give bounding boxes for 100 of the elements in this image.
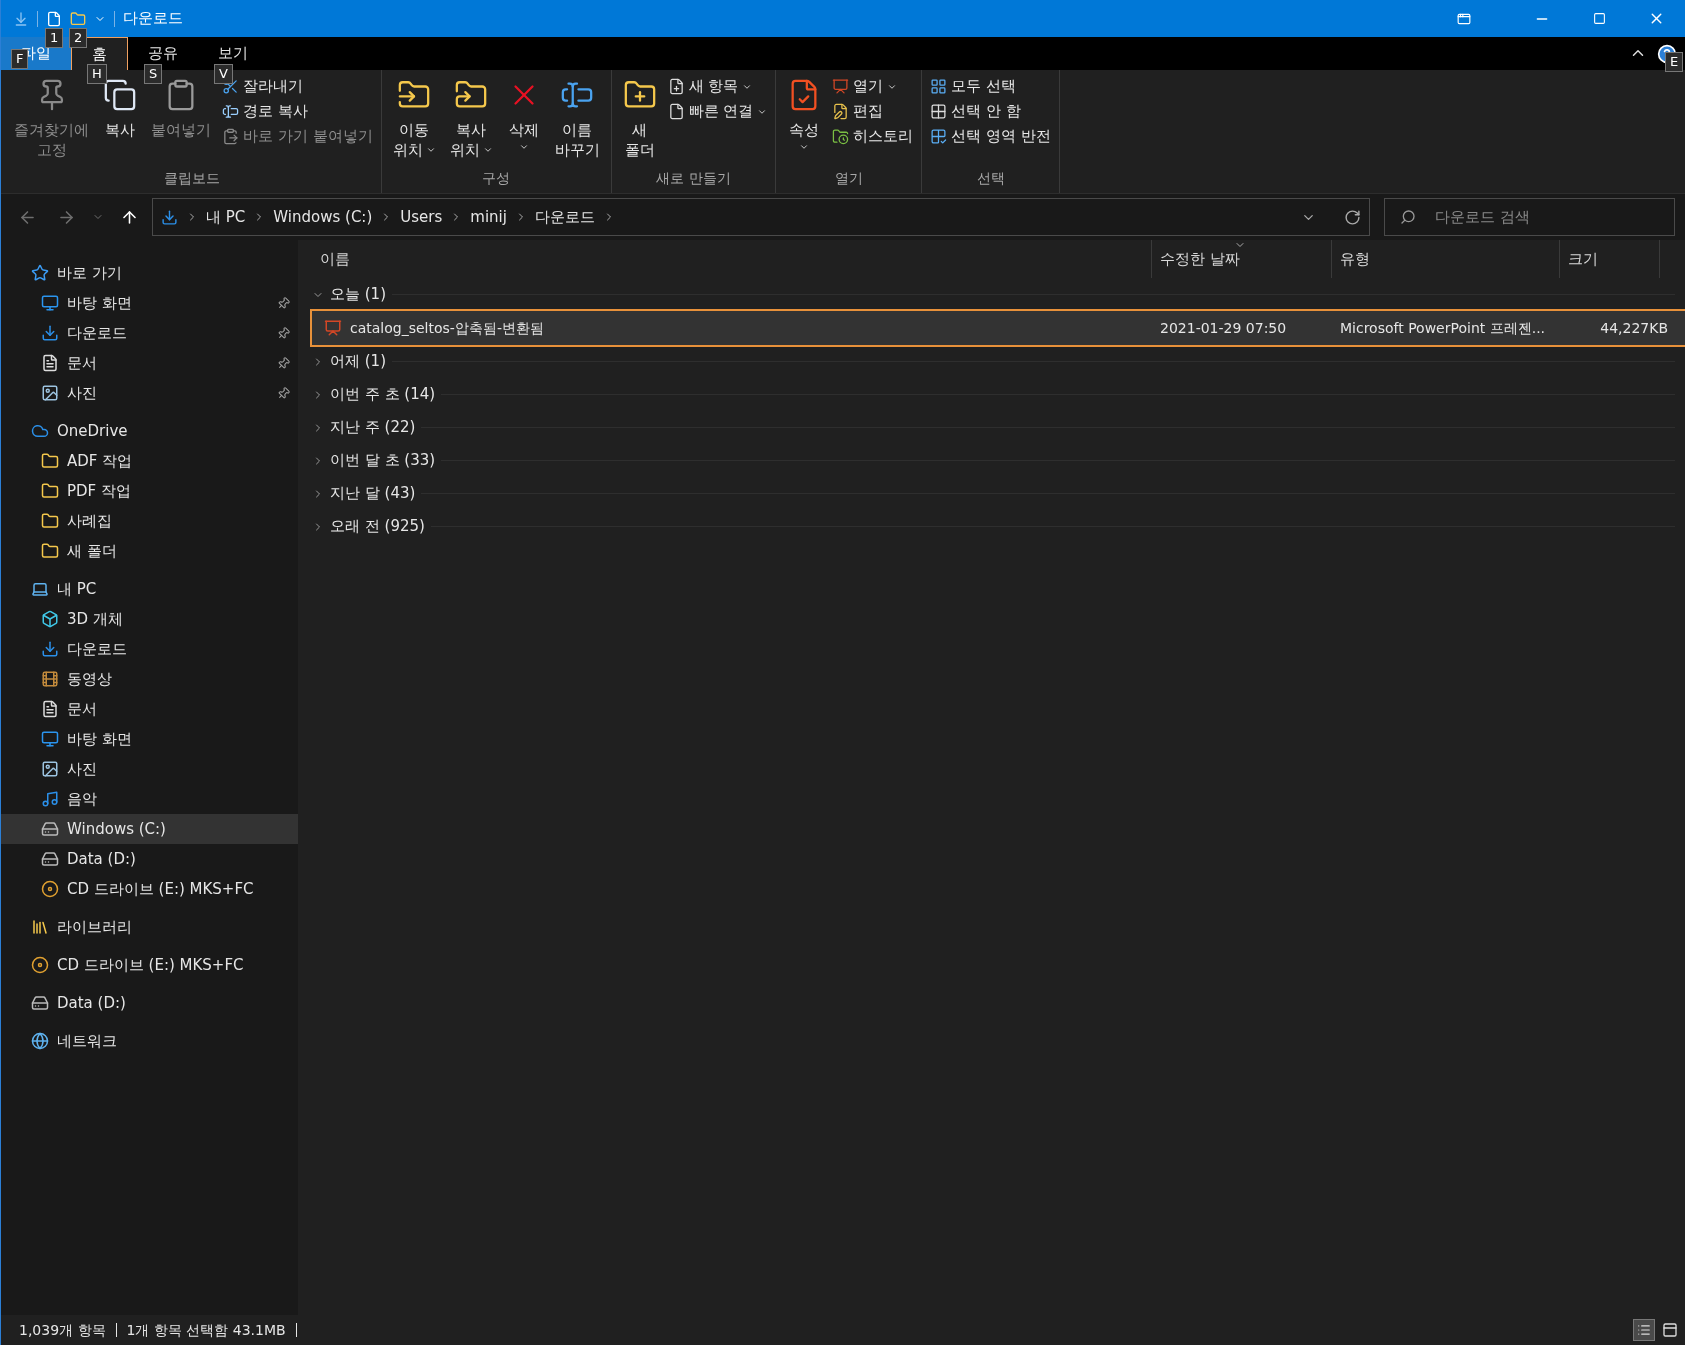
column-header[interactable]: 이름 xyxy=(312,240,1152,278)
file-row[interactable]: catalog_seltos-압축됨-변환됨 2021-01-29 07:50 Microsoft PowerPoint 프레젠... 44,227KB xyxy=(312,311,1685,345)
invert-selection-icon xyxy=(930,128,948,145)
nav-label: OneDrive xyxy=(57,420,129,442)
nav-item[interactable]: 네트워크 xyxy=(1,1026,298,1056)
film-icon xyxy=(41,670,59,688)
nav-item[interactable]: 새 폴더 xyxy=(1,536,298,566)
history-icon xyxy=(832,128,850,145)
status-text: 1개 항목 선택함 43.1MB xyxy=(126,1320,286,1340)
cube-icon xyxy=(41,610,59,628)
group-header[interactable]: 어제 (1) xyxy=(312,345,1685,378)
nav-item[interactable]: 바로 가기 xyxy=(1,258,298,288)
type-cell-text: Microsoft PowerPoint 프레젠... xyxy=(1340,318,1547,338)
group-header[interactable]: 오늘 (1) xyxy=(312,278,1685,311)
ribbon-button[interactable]: 속성 xyxy=(782,74,827,152)
breadcrumb-item[interactable]: 내 PC xyxy=(206,205,246,229)
breadcrumb-item[interactable]: minij xyxy=(470,205,507,229)
nav-label: 문서 xyxy=(67,352,98,374)
ribbon-button[interactable]: 열기 xyxy=(830,74,916,99)
nav-item[interactable]: CD 드라이브 (E:) MKS+FC xyxy=(1,874,298,904)
nav-item[interactable]: 내 PC xyxy=(1,574,298,604)
nav-label: 사진 xyxy=(67,758,98,780)
nav-label: 바로 가기 xyxy=(57,262,123,284)
keytip-tooltip: V xyxy=(214,64,233,84)
search-icon xyxy=(1400,209,1416,225)
nav-item[interactable]: 동영상 xyxy=(1,664,298,694)
nav-item[interactable]: 3D 개체 xyxy=(1,604,298,634)
nav-item[interactable]: 음악 xyxy=(1,784,298,814)
nav-label: Windows (C:) xyxy=(67,818,167,840)
nav-item[interactable]: 바탕 화면 xyxy=(1,288,298,318)
ribbon-button[interactable]: 경로 복사 xyxy=(220,99,375,124)
edit-icon xyxy=(832,103,850,120)
nav-item[interactable]: 다운로드 xyxy=(1,318,298,348)
nav-item[interactable]: OneDrive xyxy=(1,416,298,446)
ribbon-button[interactable]: 삭제 xyxy=(501,74,546,152)
breadcrumb-item[interactable]: Windows (C:) xyxy=(273,205,373,229)
nav-item[interactable]: 라이브러리 xyxy=(1,912,298,942)
nav-item[interactable]: PDF 작업 xyxy=(1,476,298,506)
folder-icon xyxy=(41,452,59,470)
nav-item[interactable]: Data (D:) xyxy=(1,844,298,874)
ribbon-button[interactable]: 히스토리 xyxy=(830,124,916,149)
nav-label: 라이브러리 xyxy=(57,916,133,938)
nav-item[interactable]: 사진 xyxy=(1,378,298,408)
nav-item[interactable]: Windows (C:) xyxy=(1,814,298,844)
nav-item[interactable]: 문서 xyxy=(1,694,298,724)
group-header[interactable]: 오래 전 (925) xyxy=(312,510,1685,543)
group-label: 선택 xyxy=(975,169,1006,188)
nav-item[interactable]: 다운로드 xyxy=(1,634,298,664)
nav-item[interactable]: 사진 xyxy=(1,754,298,784)
nav-item[interactable]: 바탕 화면 xyxy=(1,724,298,754)
group-label: 구성 xyxy=(481,169,512,188)
nav-item[interactable]: CD 드라이브 (E:) MKS+FC xyxy=(1,950,298,980)
group-header[interactable]: 지난 달 (43) xyxy=(312,477,1685,510)
monitor-icon xyxy=(41,294,59,312)
nav-label: 문서 xyxy=(67,698,98,720)
ribbon-button[interactable]: 빠른 연결 xyxy=(665,99,770,124)
ribbon-button[interactable]: 복사 위치 xyxy=(444,74,498,160)
path-icon xyxy=(222,103,239,120)
ribbon-button[interactable]: 선택 안 함 xyxy=(928,99,1053,124)
group-header[interactable]: 지난 주 (22) xyxy=(312,411,1685,444)
ribbon-button[interactable]: 새 항목 xyxy=(665,74,770,99)
ribbon-button[interactable]: 편집 xyxy=(830,99,916,124)
address-bar[interactable]: 내 PC Windows (C:) Users minij 다운로드 xyxy=(152,198,1370,236)
group-header[interactable]: 이번 달 초 (33) xyxy=(312,444,1685,477)
maximize-icon[interactable] xyxy=(1593,12,1606,25)
folder-icon xyxy=(41,542,59,560)
snap-icon[interactable] xyxy=(1457,11,1471,26)
document-icon xyxy=(41,700,59,718)
ribbon-button[interactable]: 이동 위치 xyxy=(387,74,441,160)
column-header[interactable]: 유형 xyxy=(1332,240,1560,278)
nav-item[interactable]: 사례집 xyxy=(1,506,298,536)
nav-item[interactable]: Data (D:) xyxy=(1,988,298,1018)
ribbon-button[interactable]: 선택 영역 반전 xyxy=(928,124,1053,149)
details-view-icon[interactable] xyxy=(1633,1319,1655,1341)
column-header[interactable]: 수정한 날짜 xyxy=(1152,240,1332,278)
keytip-tooltip: 1 xyxy=(45,27,64,48)
search-field[interactable]: 다운로드 검색 xyxy=(1384,198,1675,236)
nav-label: CD 드라이브 (E:) MKS+FC xyxy=(67,878,255,900)
download-arrow-icon xyxy=(41,640,59,658)
nav-label: PDF 작업 xyxy=(67,480,132,502)
picture-icon xyxy=(41,384,59,402)
breadcrumb-item[interactable]: 다운로드 xyxy=(534,205,595,229)
folder-icon[interactable] xyxy=(70,10,86,27)
breadcrumb-item[interactable]: Users xyxy=(400,205,443,229)
nav-label: Data (D:) xyxy=(67,848,137,870)
nav-item[interactable]: ADF 작업 xyxy=(1,446,298,476)
refresh-icon[interactable] xyxy=(1344,208,1361,226)
copy-icon xyxy=(103,78,137,112)
keytip-tooltip: S xyxy=(144,64,163,84)
ribbon-button[interactable]: 새 폴더 xyxy=(617,74,662,160)
nav-label: 다운로드 xyxy=(67,322,128,344)
nav-label: Data (D:) xyxy=(57,992,127,1014)
nav-label: 네트워크 xyxy=(57,1030,118,1052)
network-icon xyxy=(31,1032,49,1050)
ribbon-button[interactable]: 모두 선택 xyxy=(928,74,1053,99)
nav-label: 다운로드 xyxy=(67,638,128,660)
nav-item[interactable]: 문서 xyxy=(1,348,298,378)
column-header[interactable]: 크기 xyxy=(1560,240,1660,278)
group-header[interactable]: 이번 주 초 (14) xyxy=(312,378,1685,411)
ribbon-button[interactable]: 이름 바꾸기 xyxy=(549,74,605,160)
